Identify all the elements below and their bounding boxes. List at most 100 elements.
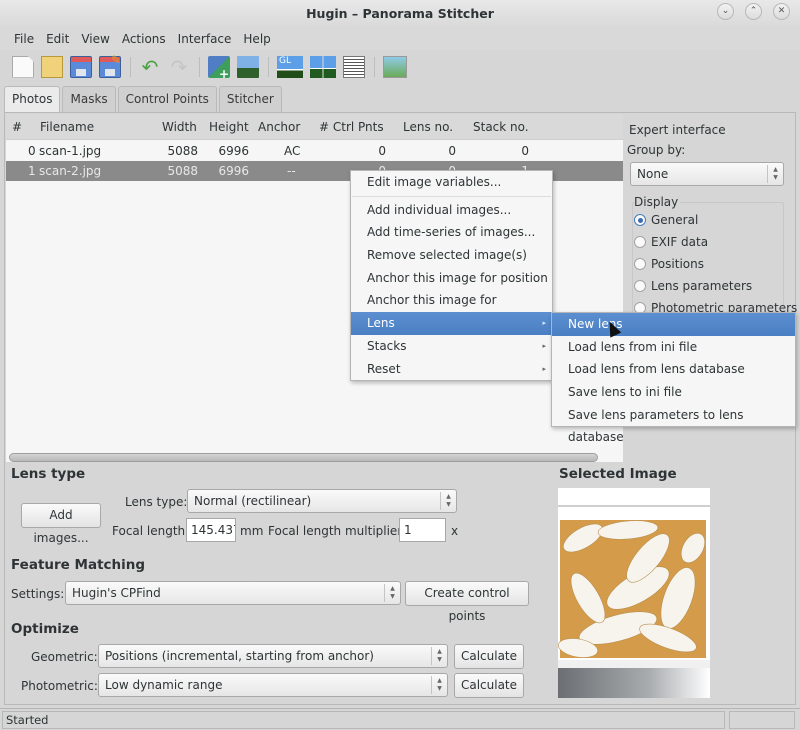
radio-lens-parameters[interactable]: Lens parameters <box>634 279 752 293</box>
focal-multiplier-input[interactable]: 1 <box>399 518 446 542</box>
feature-matching-select[interactable]: Hugin's CPFind ▲ ▼ <box>65 581 401 605</box>
selected-image-preview <box>558 488 710 698</box>
status-secondary <box>729 711 795 729</box>
image-list-icon[interactable] <box>343 55 365 78</box>
menu-item-anchor-position[interactable]: Anchor this image for position <box>351 267 552 290</box>
menu-separator <box>352 195 551 197</box>
menu-item-add-time-series[interactable]: Add time-series of images... <box>351 221 552 244</box>
menu-edit[interactable]: Edit <box>46 28 75 50</box>
menu-item-remove-selected[interactable]: Remove selected image(s) <box>351 244 552 267</box>
geometric-select[interactable]: Positions (incremental, starting from an… <box>98 644 448 668</box>
cell-filename: scan-2.jpg <box>39 164 102 178</box>
cell-index: 0 <box>28 144 36 158</box>
calculate-geometric-button[interactable]: Calculate <box>454 644 524 669</box>
table-row[interactable]: 0 scan-1.jpg 5088 6996 AC 0 0 0 <box>6 141 623 161</box>
menu-actions[interactable]: Actions <box>122 28 172 50</box>
close-button[interactable]: ✕ <box>773 3 790 20</box>
menu-item-label: Lens <box>367 316 395 331</box>
menu-item-load-lens-ini[interactable]: Load lens from ini file <box>552 336 795 359</box>
menu-item-edit-image-variables[interactable]: Edit image variables... <box>351 171 552 194</box>
focal-length-input[interactable]: 145.437 <box>186 518 236 542</box>
create-control-points-button[interactable]: Create control points <box>405 581 529 623</box>
column-header-stack-no[interactable]: Stack no. <box>473 120 529 134</box>
horizontal-scrollbar[interactable] <box>9 453 598 462</box>
tab-masks[interactable]: Masks <box>62 86 116 113</box>
column-header-index[interactable]: # <box>12 120 22 134</box>
settings-label: Settings: <box>11 587 65 601</box>
cell-filename: scan-1.jpg <box>39 144 102 158</box>
column-header-lens-no[interactable]: Lens no. <box>403 120 453 134</box>
radio-general[interactable]: General <box>634 213 698 227</box>
calculate-photometric-button[interactable]: Calculate <box>454 673 524 698</box>
menu-help[interactable]: Help <box>243 28 276 50</box>
menu-item-reset[interactable]: Reset ▸ <box>351 358 552 381</box>
column-header-ctrl-pnts[interactable]: # Ctrl Pnts <box>319 120 384 134</box>
column-header-height[interactable]: Height <box>209 120 249 134</box>
spin-arrows-icon: ▲ ▼ <box>384 584 400 602</box>
column-header-width[interactable]: Width <box>162 120 197 134</box>
lens-submenu: New lens Load lens from ini file Load le… <box>551 312 796 445</box>
add-images-button[interactable]: Add images... <box>21 503 101 545</box>
toolbar-separator <box>199 56 200 77</box>
menu-item-save-lens-database[interactable]: Save lens parameters to lens database <box>552 404 795 445</box>
selected-image-heading: Selected Image <box>559 466 677 482</box>
group-by-select[interactable]: None ▲ ▼ <box>630 162 784 186</box>
gl-preview-icon[interactable]: GL <box>277 55 303 78</box>
menu-file[interactable]: File <box>14 28 40 50</box>
list-header: # Filename Width Height Anchor # Ctrl Pn… <box>6 114 623 140</box>
lens-type-label: Lens type: <box>125 495 188 509</box>
cell-ctrl-pnts: 0 <box>378 144 386 158</box>
radio-positions[interactable]: Positions <box>634 257 704 271</box>
tab-photos[interactable]: Photos <box>4 86 61 113</box>
menu-item-lens[interactable]: Lens ▸ <box>351 312 552 335</box>
minimize-button[interactable]: ⌄ <box>717 3 734 20</box>
leaf-scan-thumbnail <box>558 488 710 698</box>
menu-item-save-lens-ini[interactable]: Save lens to ini file <box>552 381 795 404</box>
tab-bar: Photos Masks Control Points Stitcher <box>4 86 284 113</box>
status-text: Started <box>2 711 725 729</box>
fast-preview-icon[interactable] <box>310 55 336 78</box>
menu-item-stacks[interactable]: Stacks ▸ <box>351 335 552 358</box>
tab-stitcher[interactable]: Stitcher <box>218 86 282 113</box>
stitch-icon[interactable] <box>383 55 407 78</box>
new-project-icon[interactable] <box>12 55 34 78</box>
maximize-button[interactable]: ⌃ <box>745 3 762 20</box>
radio-label: Lens parameters <box>651 279 753 293</box>
menu-view[interactable]: View <box>81 28 115 50</box>
menu-item-anchor-exposure[interactable]: Anchor this image for exposure <box>351 289 552 330</box>
tab-control-points[interactable]: Control Points <box>117 86 217 113</box>
geometric-label: Geometric: <box>31 650 98 664</box>
toolbar-separator <box>130 56 131 77</box>
save-icon[interactable] <box>70 55 92 78</box>
column-header-filename[interactable]: Filename <box>40 120 94 134</box>
display-label: Display <box>634 194 681 210</box>
spin-arrows-icon: ▲ ▼ <box>431 647 447 665</box>
cell-anchor: AC <box>284 144 301 158</box>
menu-item-new-lens[interactable]: New lens <box>552 313 795 336</box>
lens-type-heading: Lens type <box>11 466 86 482</box>
menu-item-add-individual-images[interactable]: Add individual images... <box>351 199 552 222</box>
photometric-value: Low dynamic range <box>105 678 223 692</box>
save-as-icon[interactable] <box>99 53 121 78</box>
focal-multiplier-label: Focal length multiplier: <box>268 524 407 538</box>
photometric-select[interactable]: Low dynamic range ▲ ▼ <box>98 673 448 697</box>
open-project-icon[interactable] <box>41 55 63 78</box>
radio-label: Positions <box>651 257 704 271</box>
lens-type-select[interactable]: Normal (rectilinear) ▲ ▼ <box>187 489 457 513</box>
focal-length-label: Focal length: <box>112 524 190 538</box>
undo-icon[interactable]: ↶ <box>139 56 161 78</box>
radio-exif-data[interactable]: EXIF data <box>634 235 708 249</box>
cell-stack-no: 0 <box>521 144 529 158</box>
spin-arrows-icon: ▲ ▼ <box>767 165 783 183</box>
feature-matching-heading: Feature Matching <box>11 557 146 573</box>
cell-height: 6996 <box>218 164 249 178</box>
menu-item-load-lens-database[interactable]: Load lens from lens database <box>552 358 795 381</box>
redo-icon[interactable]: ↷ <box>168 56 190 78</box>
column-header-anchor[interactable]: Anchor <box>258 120 300 134</box>
menu-interface[interactable]: Interface <box>178 28 238 50</box>
add-images-icon[interactable] <box>208 55 230 81</box>
menu-item-label: Stacks <box>367 338 407 353</box>
assistant-icon[interactable] <box>237 55 259 78</box>
spin-arrows-icon: ▲ ▼ <box>440 492 456 510</box>
group-by-value: None <box>637 167 669 181</box>
